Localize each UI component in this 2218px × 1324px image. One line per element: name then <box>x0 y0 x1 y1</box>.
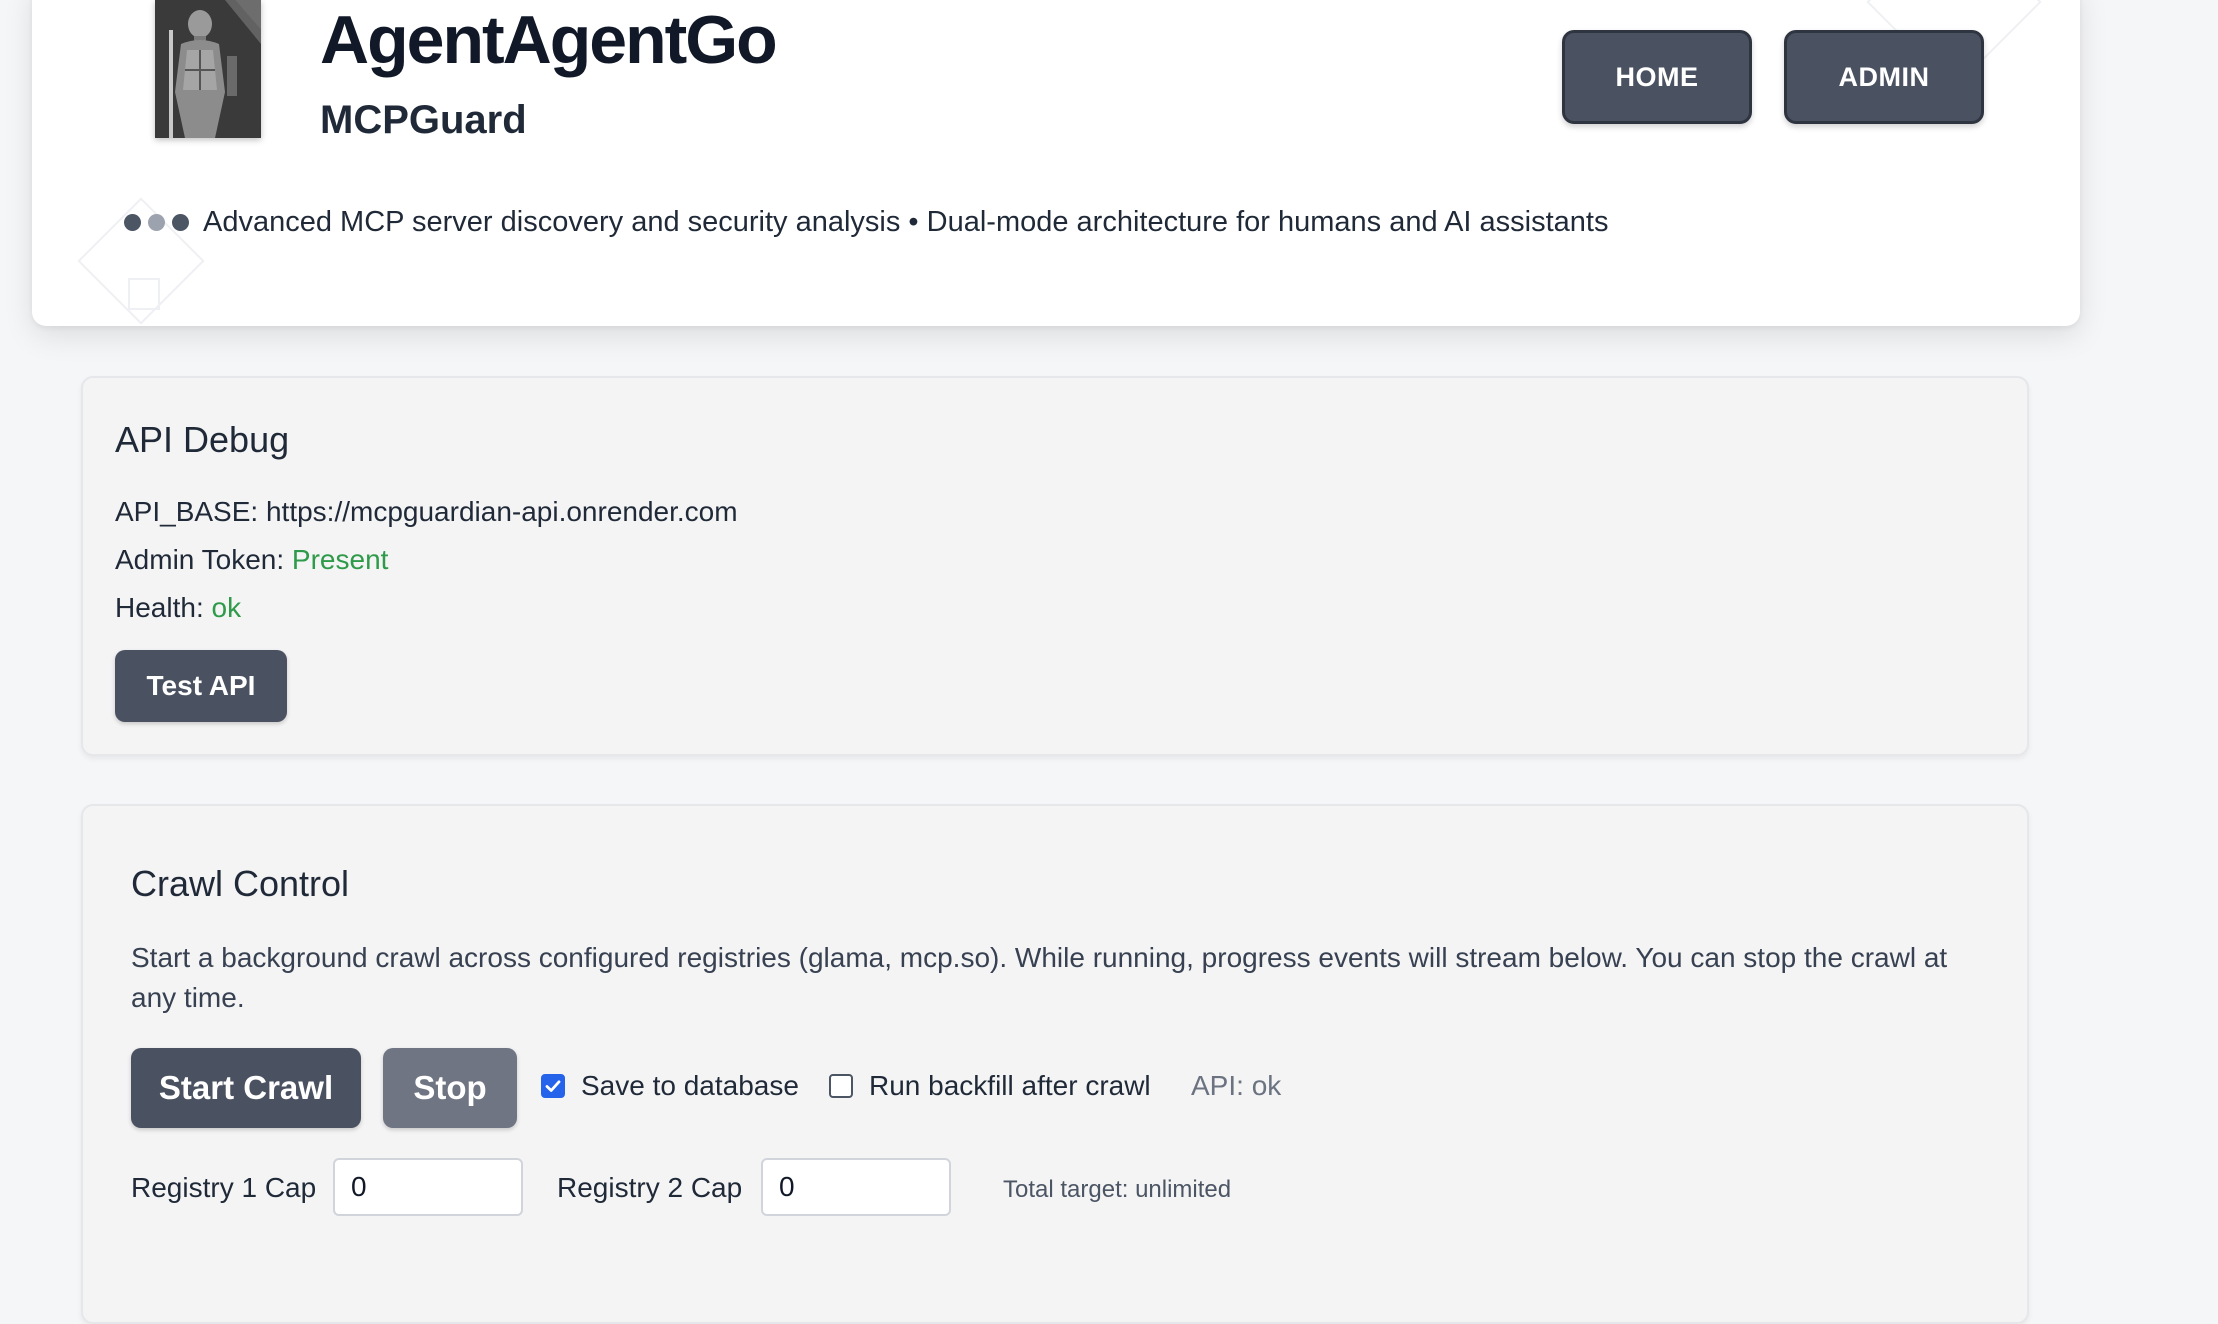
api-debug-title: API Debug <box>115 419 290 460</box>
api-status-text: API: ok <box>1191 1070 1282 1101</box>
health-status: ok <box>211 592 242 623</box>
save-to-database-label: Save to database <box>581 1070 799 1101</box>
decorative-square <box>128 278 160 310</box>
admin-token-row: Admin Token: Present <box>115 546 388 574</box>
registry-2-cap-input[interactable] <box>761 1158 951 1216</box>
admin-token-label: Admin Token: <box>115 544 285 575</box>
total-target-text: Total target: unlimited <box>1003 1176 1232 1203</box>
registry-1-cap-label: Registry 1 Cap <box>131 1172 317 1203</box>
run-backfill-toggle[interactable]: Run backfill after crawl <box>829 1070 1151 1102</box>
checkbox-checked-icon[interactable] <box>541 1074 565 1098</box>
tagline-row: Advanced MCP server discovery and securi… <box>124 202 1608 242</box>
test-api-button[interactable]: Test API <box>115 650 287 722</box>
brand-title: AgentAgentGo <box>320 2 778 78</box>
checkbox-unchecked-icon[interactable] <box>829 1074 853 1098</box>
health-row: Health: ok <box>115 594 241 622</box>
run-backfill-label: Run backfill after crawl <box>869 1070 1151 1101</box>
health-label: Health: <box>115 592 204 623</box>
dots-icon <box>124 213 189 231</box>
stop-button[interactable]: Stop <box>383 1048 517 1128</box>
api-debug-panel: API Debug API_BASE: https://mcpguardian-… <box>81 376 2029 756</box>
registry-1-cap-input[interactable] <box>333 1158 523 1216</box>
home-button[interactable]: HOME <box>1562 30 1752 124</box>
knight-icon <box>155 0 261 138</box>
header-card: AgentAgentGo MCPGuard HOME ADMIN Advance… <box>32 0 2080 326</box>
api-base-value: https://mcpguardian-api.onrender.com <box>265 496 738 527</box>
registry-2-cap-label: Registry 2 Cap <box>557 1172 743 1203</box>
start-crawl-button[interactable]: Start Crawl <box>131 1048 361 1128</box>
api-base-label: API_BASE: <box>115 496 259 527</box>
tagline: Advanced MCP server discovery and securi… <box>203 205 1609 238</box>
api-base-row: API_BASE: https://mcpguardian-api.onrend… <box>115 498 738 526</box>
save-to-database-toggle[interactable]: Save to database <box>541 1070 799 1102</box>
crawl-description: Start a background crawl across configur… <box>131 942 1948 1013</box>
admin-button[interactable]: ADMIN <box>1784 30 1984 124</box>
admin-token-status: Present <box>291 544 389 575</box>
crawl-control-panel: Crawl Control Start a background crawl a… <box>81 804 2029 1324</box>
crawl-control-title: Crawl Control <box>131 863 350 904</box>
brand-subtitle: MCPGuard <box>320 98 527 142</box>
